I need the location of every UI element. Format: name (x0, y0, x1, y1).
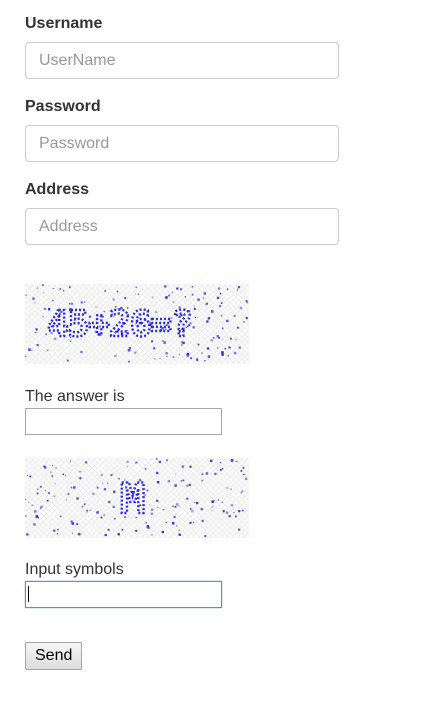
username-input[interactable] (25, 42, 339, 79)
symbol-captcha-image: M (25, 458, 249, 538)
username-label: Username (25, 15, 103, 32)
address-label: Address (25, 181, 90, 198)
address-input[interactable] (25, 208, 339, 245)
send-button[interactable]: Send (25, 642, 83, 670)
math-captcha-image: 45+26=? (25, 284, 249, 364)
password-input[interactable] (25, 125, 339, 162)
symbols-label: Input symbols (25, 561, 124, 578)
symbols-input[interactable] (25, 581, 222, 608)
math-captcha-text: 45+26=? (47, 304, 192, 345)
symbol-captcha-text: M (120, 474, 145, 523)
password-label: Password (25, 98, 101, 115)
text-caret (28, 586, 29, 602)
math-answer-input[interactable] (25, 408, 222, 435)
math-answer-label: The answer is (25, 388, 125, 405)
